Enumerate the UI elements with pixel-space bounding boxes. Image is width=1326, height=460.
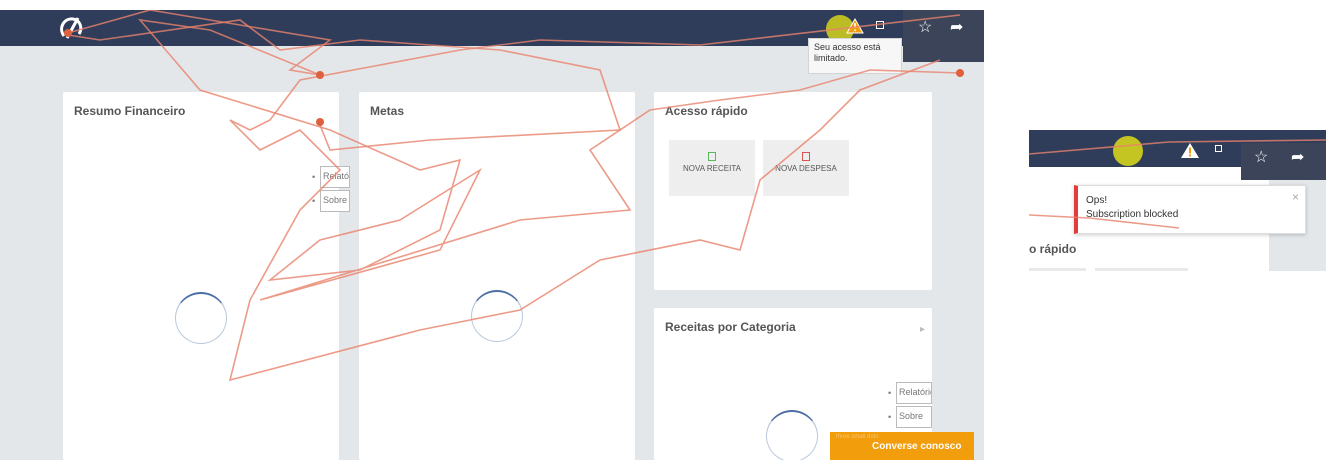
mouse-trace-overlay	[64, 10, 964, 382]
mouse-trace-overlay	[1029, 139, 1326, 229]
app-window: ☆ ➦ Seu acesso está limitado. Resumo Fin…	[0, 10, 984, 460]
zoom-crop: ☆ ➦ Ops! Subscription blocked × o rápido	[1029, 130, 1326, 271]
screenshot-stage: ☆ ➦ Seu acesso está limitado. Resumo Fin…	[0, 0, 1326, 460]
